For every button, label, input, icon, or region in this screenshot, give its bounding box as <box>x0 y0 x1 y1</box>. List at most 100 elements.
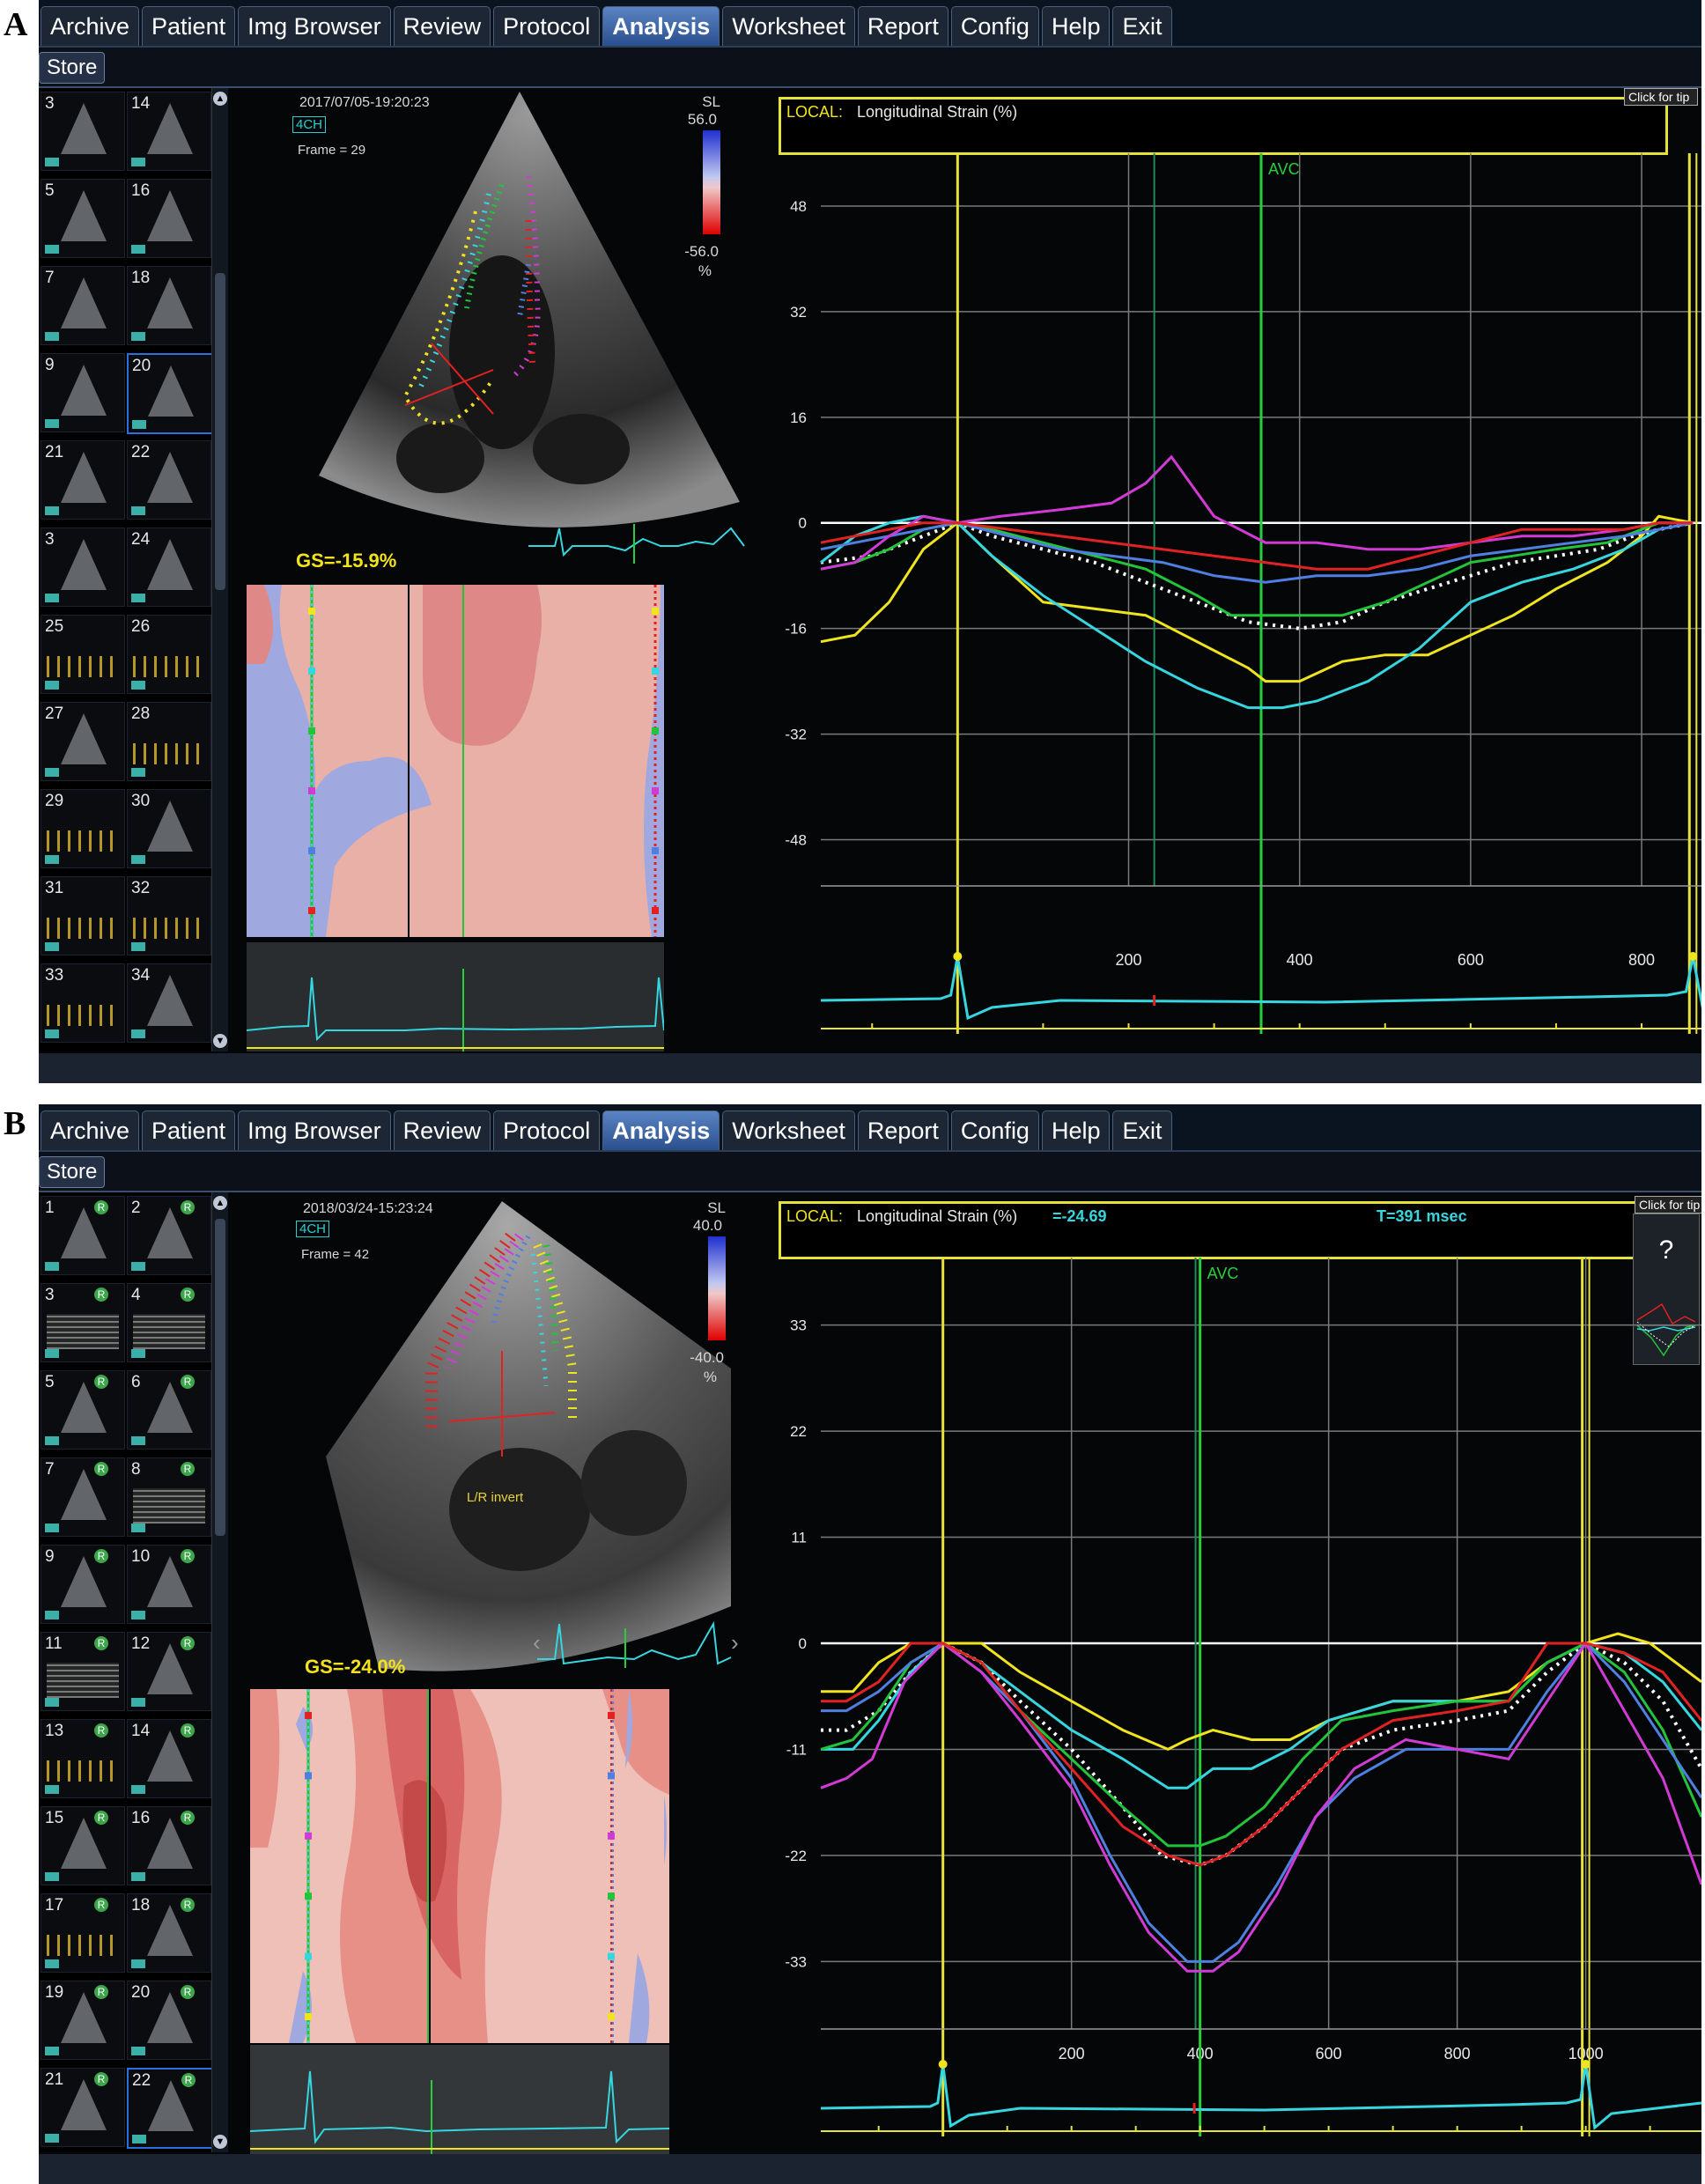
thumbnail-14[interactable]: 26 <box>127 615 211 694</box>
thumbnail-22[interactable]: 22 R <box>127 2068 211 2149</box>
thumbnail-scrollbar[interactable]: ▲ ▼ <box>211 1192 228 2152</box>
thumbnail-18[interactable]: 30 <box>127 789 211 868</box>
strain-color-map[interactable] <box>247 585 664 937</box>
tab-protocol[interactable]: Protocol <box>493 6 601 46</box>
thumbnail-6[interactable]: 6R <box>127 1370 211 1450</box>
thumbnail-17[interactable]: 29 <box>41 789 125 868</box>
scroll-thumb[interactable] <box>215 1219 225 1536</box>
tab-exit[interactable]: Exit <box>1112 6 1172 46</box>
thumbnail-tag-icon <box>45 1262 59 1271</box>
thumbnail-21[interactable]: 21 R <box>41 2068 125 2147</box>
echo-viewport[interactable]: ‹ › 2018/03/24-15:23:24 4CH Frame = 42 S… <box>238 1192 749 1686</box>
thumbnail-14[interactable]: 14 R <box>127 1719 211 1798</box>
thumbnail-number: 3 <box>45 530 55 549</box>
tab-review[interactable]: Review <box>393 1110 491 1150</box>
thumbnail-11[interactable]: 3 <box>41 528 125 607</box>
thumbnail-10[interactable]: 10 R <box>127 1545 211 1624</box>
tab-help[interactable]: Help <box>1041 1110 1111 1150</box>
thumbnail-2[interactable]: 2R <box>127 1196 211 1275</box>
thumbnail-11[interactable]: 11 R <box>41 1632 125 1711</box>
tab-review[interactable]: Review <box>393 6 491 46</box>
tab-config[interactable]: Config <box>950 1110 1039 1150</box>
tab-img-browser[interactable]: Img Browser <box>238 6 391 46</box>
thumbnail-8[interactable]: 8R <box>127 1457 211 1537</box>
thumbnail-21[interactable]: 33 <box>41 963 125 1043</box>
panel-label-b: B <box>4 1105 26 1142</box>
tab-worksheet[interactable]: Worksheet <box>722 1110 855 1150</box>
thumbnail-7[interactable]: 9 <box>41 353 125 432</box>
panel-label-a: A <box>4 6 28 43</box>
strain-chart[interactable]: 48 32 16 0 -16 -32 -48 200 400 600 800 AVC <box>779 88 1701 1051</box>
r-badge-icon: R <box>181 1375 195 1389</box>
thumbnail-13[interactable]: 25 <box>41 615 125 694</box>
thumbnail-3[interactable]: 3R <box>41 1283 125 1362</box>
tab-report[interactable]: Report <box>857 6 948 46</box>
thumbnail-20[interactable]: 32 <box>127 876 211 956</box>
scroll-down-icon[interactable]: ▼ <box>213 1034 227 1048</box>
thumbnail-10[interactable]: 22 <box>127 440 211 520</box>
thumbnail-tag-icon <box>131 768 145 777</box>
thumbnail-8[interactable]: 20 <box>127 353 211 434</box>
thumbnail-12[interactable]: 12 R <box>127 1632 211 1711</box>
r-badge-icon: R <box>181 1985 195 1999</box>
scroll-thumb[interactable] <box>215 273 225 590</box>
tab-protocol[interactable]: Protocol <box>493 1110 601 1150</box>
tab-patient[interactable]: Patient <box>142 6 236 46</box>
thumbnail-tag-icon <box>45 594 59 602</box>
tab-analysis[interactable]: Analysis <box>602 1110 720 1150</box>
view-label: 4CH <box>296 1221 330 1237</box>
thumbnail-13[interactable]: 13 R <box>41 1719 125 1798</box>
tab-analysis[interactable]: Analysis <box>602 6 720 46</box>
y-tick-label: -16 <box>785 621 807 638</box>
strain-color-map[interactable] <box>250 1689 669 2043</box>
thumbnail-22[interactable]: 34 <box>127 963 211 1043</box>
thumbnail-3[interactable]: 5 <box>41 179 125 258</box>
thumbnail-2[interactable]: 14 <box>127 92 211 171</box>
segment-marker <box>305 1832 312 1840</box>
thumbnail-5[interactable]: 7 <box>41 266 125 345</box>
tab-exit[interactable]: Exit <box>1112 1110 1172 1150</box>
thumbnail-9[interactable]: 9R <box>41 1545 125 1624</box>
thumbnail-6[interactable]: 18 <box>127 266 211 345</box>
tab-img-browser[interactable]: Img Browser <box>238 1110 391 1150</box>
thumbnail-19[interactable]: 31 <box>41 876 125 956</box>
thumbnail-5[interactable]: 5R <box>41 1370 125 1450</box>
r-peak-marker <box>953 952 963 961</box>
thumbnail-20[interactable]: 20 R <box>127 1981 211 2060</box>
tab-report[interactable]: Report <box>857 1110 948 1150</box>
thumbnail-18[interactable]: 18 R <box>127 1893 211 1973</box>
scroll-down-icon[interactable]: ▼ <box>213 2135 227 2149</box>
thumbnail-9[interactable]: 21 <box>41 440 125 520</box>
thumbnail-15[interactable]: 15 R <box>41 1806 125 1885</box>
thumbnail-scrollbar[interactable]: ▲ ▼ <box>211 88 228 1051</box>
scroll-up-icon[interactable]: ▲ <box>213 1196 227 1210</box>
thumbnail-15[interactable]: 27 <box>41 702 125 781</box>
thumbnail-number: 14 <box>131 94 151 113</box>
thumbnail-16[interactable]: 16 R <box>127 1806 211 1885</box>
doppler-preview <box>47 656 119 677</box>
thumbnail-tag-icon <box>131 1262 145 1271</box>
tab-patient[interactable]: Patient <box>142 1110 236 1150</box>
thumbnail-17[interactable]: 17 R <box>41 1893 125 1973</box>
store-button[interactable]: Store <box>39 52 106 84</box>
store-button[interactable]: Store <box>39 1156 106 1188</box>
thumbnail-1[interactable]: 3 <box>41 92 125 171</box>
echo-viewport[interactable]: 2017/07/05-19:20:23 4CH Frame = 29 SL 56… <box>238 88 749 581</box>
strain-chart[interactable]: 3322110-11-22-332004006008001000AVC <box>779 1192 1701 2152</box>
thumbnail-16[interactable]: 28 <box>127 702 211 781</box>
scroll-up-icon[interactable]: ▲ <box>213 92 227 106</box>
tab-help[interactable]: Help <box>1041 6 1111 46</box>
thumbnail-19[interactable]: 19 R <box>41 1981 125 2060</box>
thumbnail-4[interactable]: 4R <box>127 1283 211 1362</box>
tab-config[interactable]: Config <box>950 6 1039 46</box>
echo-preview <box>61 1556 107 1607</box>
thumbnail-7[interactable]: 7R <box>41 1457 125 1537</box>
tab-worksheet[interactable]: Worksheet <box>722 6 855 46</box>
tab-archive[interactable]: Archive <box>41 1110 140 1150</box>
thumbnail-1[interactable]: 1R <box>41 1196 125 1275</box>
tab-archive[interactable]: Archive <box>41 6 140 46</box>
thumbnail-number: 32 <box>131 879 151 897</box>
thumbnail-number: 13 <box>45 1722 64 1740</box>
thumbnail-4[interactable]: 16 <box>127 179 211 258</box>
thumbnail-12[interactable]: 24 <box>127 528 211 607</box>
